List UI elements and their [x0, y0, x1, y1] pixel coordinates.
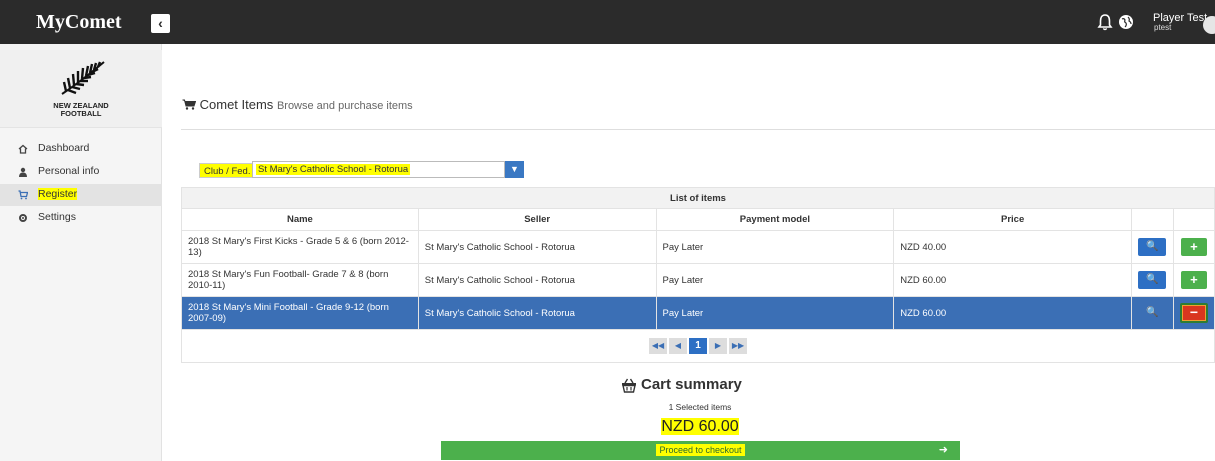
column-header-action: [1172, 208, 1215, 231]
action-cell: +: [1172, 263, 1215, 297]
page-subtitle: Browse and purchase items: [276, 100, 413, 112]
fern-logo-icon: [61, 61, 105, 95]
globe-icon[interactable]: [1118, 14, 1134, 30]
home-icon: [18, 144, 28, 154]
column-header-price[interactable]: Price: [893, 208, 1132, 231]
last-page-icon[interactable]: ▶▶: [729, 338, 747, 354]
view-item-button[interactable]: 🔍: [1138, 238, 1167, 256]
item-payment-model: Pay Later: [655, 263, 895, 297]
item-name: 2018 St Mary's Mini Football - Grade 9-1…: [181, 296, 419, 330]
remove-item-button[interactable]: −: [1179, 303, 1208, 323]
view-item-button[interactable]: 🔍: [1138, 271, 1167, 289]
item-seller: St Mary's Catholic School - Rotorua: [417, 296, 657, 330]
divider: [181, 129, 1215, 130]
sidebar-item-register[interactable]: Register: [0, 184, 162, 206]
table-row-selected[interactable]: 2018 St Mary's Mini Football - Grade 9-1…: [181, 296, 1215, 330]
item-name: 2018 St Mary's Fun Football- Grade 7 & 8…: [181, 263, 419, 297]
cart-summary-title: Cart summary: [641, 376, 742, 393]
column-header-payment-model[interactable]: Payment model: [655, 208, 895, 231]
sidebar-item-label: Register: [38, 188, 78, 200]
cart-total: NZD 60.00: [0, 418, 1215, 436]
items-table: List of items Name Seller Payment model …: [181, 187, 1215, 363]
prev-page-icon[interactable]: ◀: [669, 338, 687, 354]
nzf-logo[interactable]: NEW ZEALAND FOOTBALL: [0, 50, 162, 128]
arrow-right-icon: ➜: [938, 444, 948, 456]
table-row[interactable]: 2018 St Mary's Fun Football- Grade 7 & 8…: [181, 263, 1215, 297]
add-item-button[interactable]: +: [1180, 271, 1207, 289]
item-seller: St Mary's Catholic School - Rotorua: [417, 230, 657, 264]
checkout-label: Proceed to checkout: [656, 444, 745, 456]
chevron-left-icon[interactable]: ‹: [151, 14, 170, 33]
column-header-view: [1130, 208, 1174, 231]
brand: MyComet: [0, 0, 162, 44]
avatar[interactable]: [1203, 16, 1215, 34]
first-page-icon[interactable]: ◀◀: [649, 338, 667, 354]
item-price: NZD 60.00: [893, 263, 1132, 297]
action-cell: +: [1172, 230, 1215, 264]
sidebar: NEW ZEALAND FOOTBALL Dashboard Personal …: [0, 44, 162, 461]
checkout-button[interactable]: Proceed to checkout ➜: [441, 441, 960, 460]
sidebar-item-settings[interactable]: Settings: [0, 207, 162, 229]
item-name: 2018 St Mary's First Kicks - Grade 5 & 6…: [181, 230, 419, 264]
logo-line-2: FOOTBALL: [60, 109, 102, 118]
sidebar-item-label: Dashboard: [38, 142, 90, 154]
item-price: NZD 60.00: [893, 296, 1132, 330]
next-page-icon[interactable]: ▶: [709, 338, 727, 354]
basket-icon: [622, 378, 636, 393]
item-payment-model: Pay Later: [655, 296, 895, 330]
club-select[interactable]: St Mary's Catholic School - Rotorua: [252, 161, 505, 178]
cart-total-value: NZD 60.00: [661, 418, 739, 435]
column-header-seller[interactable]: Seller: [417, 208, 657, 231]
bell-icon[interactable]: [1097, 13, 1113, 31]
table-caption: List of items: [181, 187, 1215, 209]
view-cell: 🔍: [1130, 230, 1174, 264]
page-number-button[interactable]: 1: [689, 338, 707, 354]
app-title[interactable]: MyComet: [36, 11, 122, 34]
page-title-text: Comet Items: [199, 97, 274, 112]
action-cell: −: [1172, 296, 1215, 330]
sidebar-item-label: Settings: [38, 211, 76, 223]
add-item-button[interactable]: +: [1180, 238, 1207, 256]
column-header-name[interactable]: Name: [181, 208, 419, 231]
top-bar: MyComet ‹ Player Test ptest: [0, 0, 1215, 44]
item-seller: St Mary's Catholic School - Rotorua: [417, 263, 657, 297]
user-handle: ptest: [1154, 23, 1172, 32]
sidebar-item-label: Personal info: [38, 165, 100, 177]
pagination: ◀◀ ◀ 1 ▶ ▶▶: [181, 329, 1215, 363]
item-payment-model: Pay Later: [655, 230, 895, 264]
chevron-down-icon[interactable]: ▼: [505, 161, 524, 178]
view-item-button[interactable]: 🔍: [1138, 304, 1166, 322]
item-price: NZD 40.00: [893, 230, 1132, 264]
view-cell: 🔍: [1130, 263, 1174, 297]
user-icon: [19, 167, 27, 177]
club-select-value: St Mary's Catholic School - Rotorua: [256, 164, 411, 175]
cart-item-count: 1 Selected items: [668, 402, 732, 412]
sidebar-item-dashboard[interactable]: Dashboard: [0, 138, 162, 160]
view-cell: 🔍: [1130, 296, 1174, 330]
gear-icon: [19, 214, 27, 222]
cart-icon: [18, 190, 28, 200]
table-row[interactable]: 2018 St Mary's First Kicks - Grade 5 & 6…: [181, 230, 1215, 264]
user-name[interactable]: Player Test: [1153, 13, 1207, 24]
club-filter-label: Club / Fed.: [199, 163, 256, 178]
sidebar-item-personal-info[interactable]: Personal info: [0, 161, 162, 183]
page-title: Comet Items Browse and purchase items: [182, 97, 413, 112]
cart-icon: [182, 99, 197, 110]
